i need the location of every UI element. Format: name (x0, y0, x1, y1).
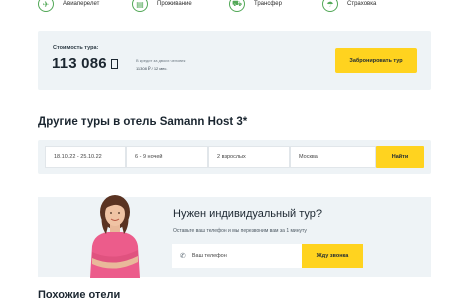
book-tour-button[interactable]: Забронировать тур (335, 48, 417, 73)
price-panel: Стоимость тура: 113 086 В кредит за двои… (38, 31, 431, 90)
tour-search-form: 18.10.22 - 25.10.22 6 - 9 ночей 2 взросл… (38, 140, 431, 174)
feature-label: Страховка (347, 1, 377, 7)
other-tours-title: Другие туры в отель Samann Host 3* (38, 116, 248, 128)
price-value: 113 086 (52, 55, 118, 72)
phone-icon: ✆ (180, 253, 186, 260)
feature-flight: ✈ Авиаперелет (38, 0, 99, 12)
consultant-photo (90, 195, 140, 278)
hotel-icon: ▤ (132, 0, 148, 12)
credit-note: В кредит за двоих человек (136, 58, 186, 63)
currency-icon (110, 59, 118, 69)
dates-field[interactable]: 18.10.22 - 25.10.22 (45, 146, 126, 168)
feature-hotel: ▤ Проживание (132, 0, 192, 12)
feature-transfer: ⛟ Трансфер (229, 0, 282, 12)
similar-hotels-title: Похожие отели (38, 289, 121, 300)
nights-field[interactable]: 6 - 9 ночей (126, 146, 208, 168)
price-amount: 113 086 (52, 55, 107, 72)
feature-insurance: ☂ Страховка (322, 0, 376, 12)
individual-tour-subtitle: Оставьте ваш телефон и мы перезвоним вам… (173, 228, 307, 234)
feature-label: Авиаперелет (63, 1, 100, 7)
find-button[interactable]: Найти (376, 146, 424, 168)
request-call-button[interactable]: Жду звонка (302, 244, 363, 268)
umbrella-icon: ☂ (322, 0, 338, 12)
bus-icon: ⛟ (229, 0, 245, 12)
individual-tour-title: Нужен индивидуальный тур? (173, 208, 322, 220)
guests-field[interactable]: 2 взрослых (208, 146, 290, 168)
plane-icon: ✈ (38, 0, 54, 12)
phone-input[interactable] (191, 253, 292, 259)
included-features: ✈ Авиаперелет ▤ Проживание ⛟ Трансфер ☂ … (0, 0, 470, 14)
credit-monthly: 11308 ₽ / 12 мес. (136, 66, 168, 71)
price-caption: Стоимость тура: (53, 45, 99, 51)
departure-city-field[interactable]: Москва (290, 146, 376, 168)
feature-label: Проживание (157, 1, 192, 7)
feature-label: Трансфер (254, 1, 282, 7)
phone-field-wrapper: ✆ (172, 244, 302, 268)
